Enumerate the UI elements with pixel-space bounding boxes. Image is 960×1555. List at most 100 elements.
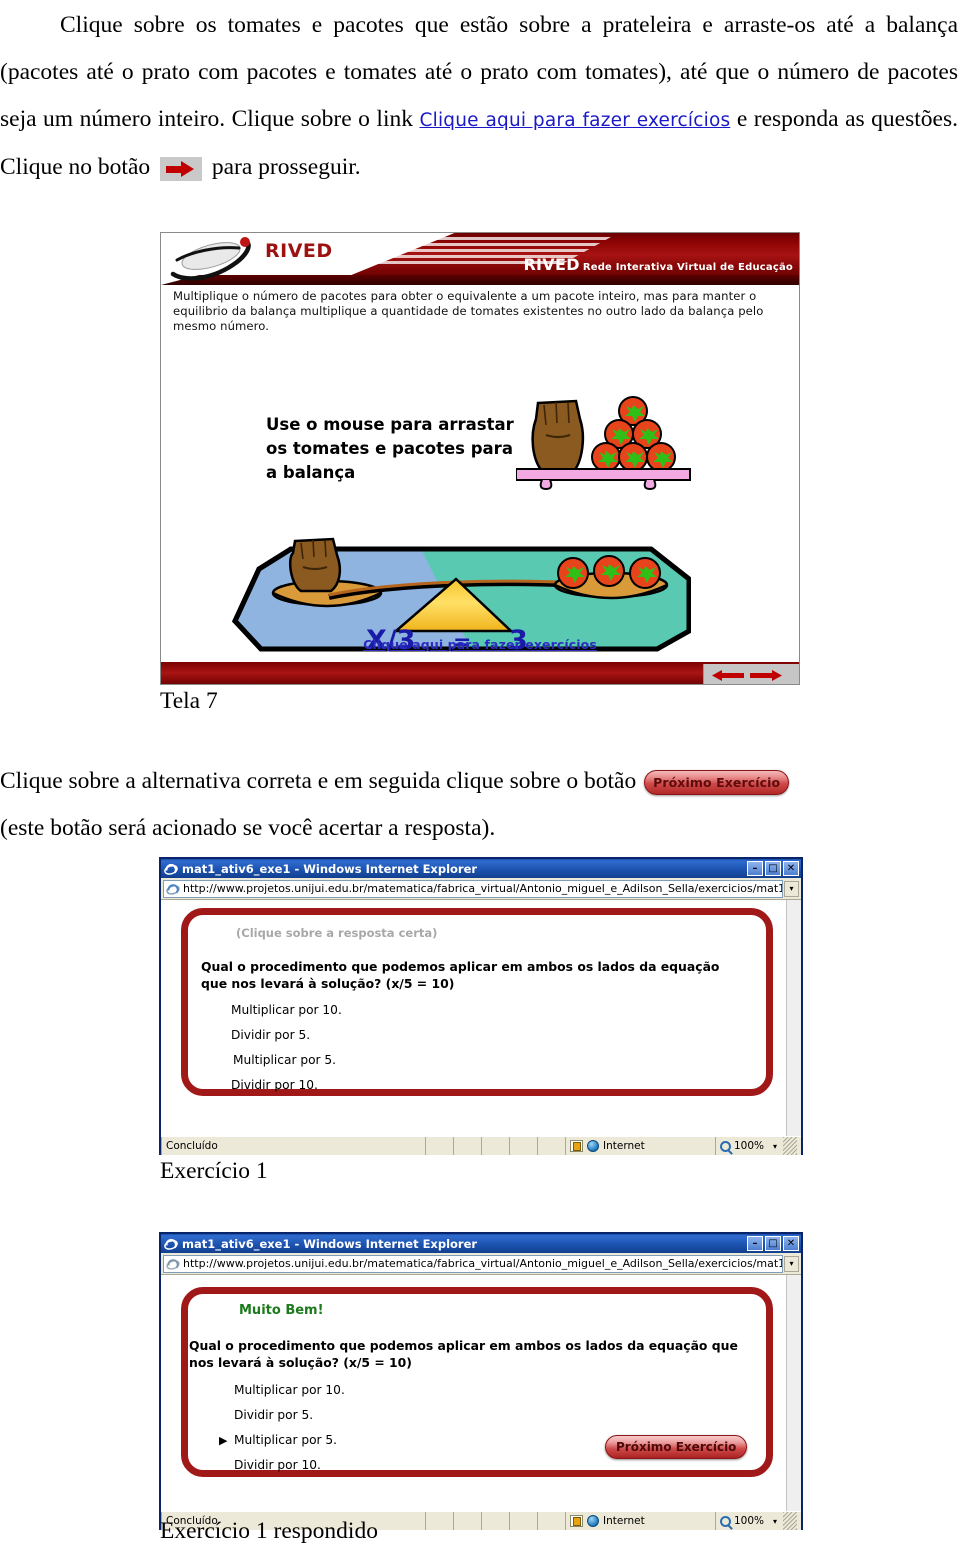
status-blank-5 [537,1137,565,1155]
quiz1-option-3[interactable]: Dividir por 10. [231,1078,318,1092]
browser2-title: mat1_ativ6_exe1 - Windows Internet Explo… [182,1236,478,1251]
window-resizer-grip[interactable] [783,1512,797,1530]
browser1-security-zone[interactable]: Internet [565,1137,715,1155]
status-blank-1 [425,1137,453,1155]
window-resizer-grip[interactable] [783,1137,797,1155]
page-globe-icon [166,883,180,895]
browser1-viewport: (Clique sobre a resposta certa) Qual o p… [161,900,801,1136]
quiz2-feedback: Muito Bem! [239,1303,324,1318]
rived-banner-title: RIVED Rede Interativa Virtual de Educação [523,255,793,274]
quiz2-option-3[interactable]: Dividir por 10. [234,1458,321,1472]
close-button[interactable]: ✕ [783,1236,799,1251]
internet-explorer-icon [164,863,178,875]
page-globe-icon [166,1258,180,1270]
rived-activity-screenshot: RIVED RIVED Rede Interativa Virtual de Ed… [160,232,800,685]
rived-header: RIVED RIVED Rede Interativa Virtual de Ed… [161,233,799,285]
browser2-address-bar: http://www.projetos.unijui.edu.br/matema… [161,1253,801,1275]
browser1-zoom-text: 100% [734,1140,765,1152]
browser1-zone-text: Internet [603,1140,645,1152]
browser1-titlebar: mat1_ativ6_exe1 - Windows Internet Explo… [161,859,801,878]
intro-paragraph: Clique sobre os tomates e pacotes que es… [0,2,958,191]
address-dropdown-icon[interactable]: ▾ [784,880,799,897]
rived-logo-icon [170,237,251,281]
intro-text-part3: para prosseguir. [206,154,361,180]
zoom-magnifier-icon [720,1515,731,1527]
quiz1-option-1[interactable]: Dividir por 5. [231,1028,310,1042]
address-dropdown-icon[interactable]: ▾ [784,1255,799,1272]
rived-exercise-link[interactable]: Clique aqui para fazer exercícios [363,637,597,652]
browser2-security-zone[interactable]: Internet [565,1512,715,1530]
browser1-scrollbar[interactable] [786,900,801,1136]
browser2-address-input[interactable]: http://www.projetos.unijui.edu.br/matema… [163,1254,783,1273]
browser2-viewport: Muito Bem! Qual o procedimento que podem… [161,1275,801,1511]
status-blank-4 [509,1137,537,1155]
browser1-address-bar: http://www.projetos.unijui.edu.br/matema… [161,878,801,900]
rived-banner-name: RIVED [523,255,580,274]
proximo-exercicio-inline-button[interactable]: Próximo Exercício [644,770,790,796]
quiz2-option-2[interactable]: Multiplicar por 5. [234,1433,337,1447]
selected-option-marker-icon: ▶ [219,1434,228,1447]
security-lock-icon [570,1515,583,1527]
maximize-button[interactable]: □ [765,1236,781,1251]
exercise-paragraph: Clique sobre a alternativa correta e em … [0,758,958,852]
browser1-url-text: http://www.projetos.unijui.edu.br/matema… [183,882,783,895]
shelf-group [516,396,691,491]
drag-instruction-text: Use o mouse para arrastar os tomates e p… [266,415,514,482]
close-button[interactable]: ✕ [783,861,799,876]
browser2-scrollbar[interactable] [786,1275,801,1511]
quiz2-option-1[interactable]: Dividir por 5. [234,1408,313,1422]
browser2-titlebar: mat1_ativ6_exe1 - Windows Internet Explo… [161,1234,801,1253]
minimize-button[interactable]: – [747,861,763,876]
arrow-right-icon[interactable] [750,670,782,681]
quiz1-option-0[interactable]: Multiplicar por 10. [231,1003,342,1017]
status-blank-2 [453,1137,481,1155]
status-blank-1 [425,1512,453,1530]
status-blank-3 [481,1137,509,1155]
forward-arrow-icon[interactable] [160,156,202,181]
quiz1-question: Qual o procedimento que podemos aplicar … [201,959,720,991]
quiz1-hint: (Clique sobre a resposta certa) [236,926,438,940]
rived-stage: Use o mouse para arrastar os tomates e p… [161,285,799,684]
quiz1-option-2[interactable]: Multiplicar por 5. [233,1053,336,1067]
browser1-status-text: Concluído [161,1137,425,1155]
zoom-dropdown-icon[interactable]: ▾ [773,1142,777,1151]
caption-exercicio-1-respondido: Exercício 1 respondido [160,1518,378,1544]
exercise-text-part2: (este botão será acionado se você acerta… [0,815,496,841]
zoom-dropdown-icon[interactable]: ▾ [773,1517,777,1526]
browser1-statusbar: Concluído Internet 100% ▾ [161,1136,801,1155]
security-lock-icon [570,1140,583,1152]
internet-explorer-icon [164,1238,178,1250]
caption-exercicio-1: Exercício 1 [160,1158,268,1184]
status-blank-2 [453,1512,481,1530]
maximize-button[interactable]: □ [765,861,781,876]
exercise-text-part1: Clique sobre a alternativa correta e em … [0,768,643,794]
quiz2-option-0[interactable]: Multiplicar por 10. [234,1383,345,1397]
exercise-link[interactable]: Clique aqui para fazer exercícios [420,110,731,131]
zone-globe-icon [587,1515,599,1527]
rived-banner-subtitle: Rede Interativa Virtual de Educação [582,262,793,273]
browser1-window-buttons: – □ ✕ [747,861,801,876]
proximo-exercicio-button[interactable]: Próximo Exercício [605,1435,748,1459]
browser2-zoom-text: 100% [734,1515,765,1527]
browser2-url-text: http://www.projetos.unijui.edu.br/matema… [183,1257,783,1270]
rived-exercise-link-wrap: Clique aqui para fazer exercícios [161,636,799,654]
quiz2-question: Qual o procedimento que podemos aplicar … [189,1338,738,1370]
browser1-address-input[interactable]: http://www.projetos.unijui.edu.br/matema… [163,879,783,898]
browser-window-exercicio-1-respondido: mat1_ativ6_exe1 - Windows Internet Explo… [159,1232,803,1530]
minimize-button[interactable]: – [747,1236,763,1251]
browser2-zoom-control[interactable]: 100% ▾ [715,1512,801,1530]
browser1-zoom-control[interactable]: 100% ▾ [715,1137,801,1155]
arrow-left-icon[interactable] [712,670,744,681]
status-blank-4 [509,1512,537,1530]
status-blank-3 [481,1512,509,1530]
zoom-magnifier-icon [720,1140,731,1152]
browser1-title: mat1_ativ6_exe1 - Windows Internet Explo… [182,861,478,876]
zone-globe-icon [587,1140,599,1152]
rived-logo-text: RIVED [265,240,333,262]
status-blank-5 [537,1512,565,1530]
caption-tela-7: Tela 7 [160,688,218,714]
browser2-zone-text: Internet [603,1515,645,1527]
browser-window-exercicio-1: mat1_ativ6_exe1 - Windows Internet Explo… [159,857,803,1155]
rived-nav-bar [703,664,799,684]
browser2-window-buttons: – □ ✕ [747,1236,801,1251]
